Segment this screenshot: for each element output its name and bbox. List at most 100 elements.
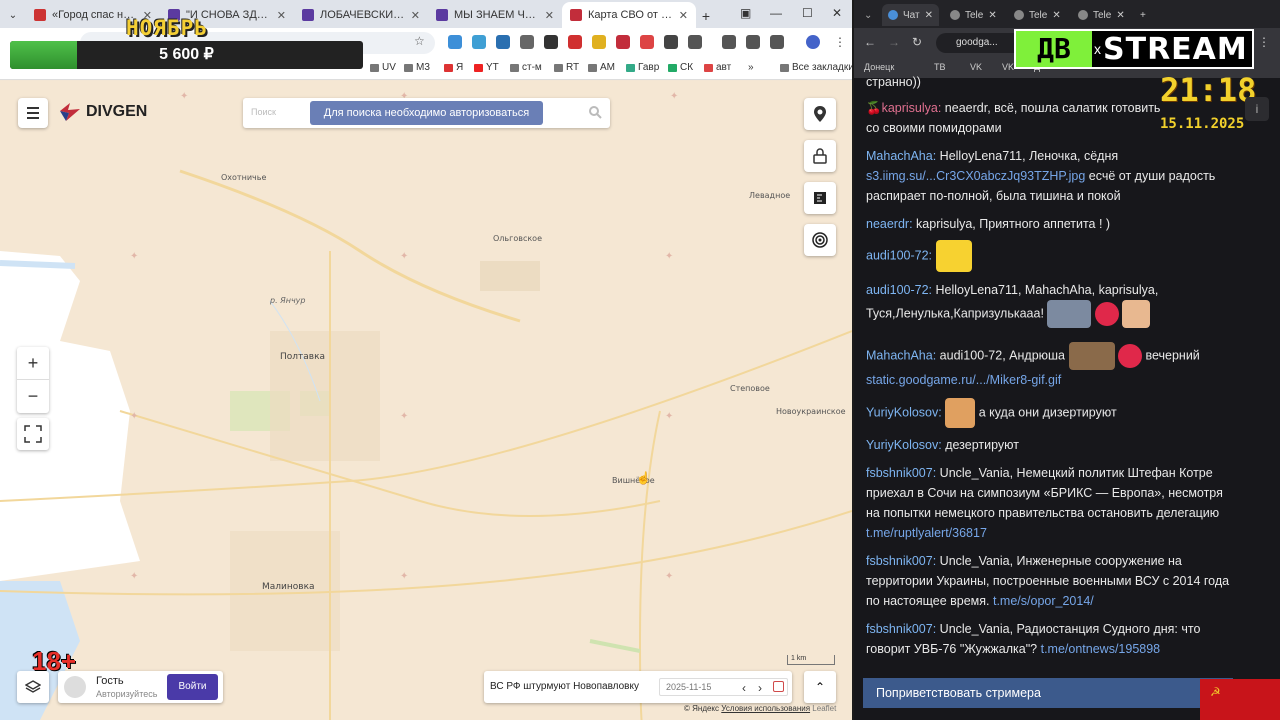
close-window-icon[interactable]: ✕ (832, 6, 842, 20)
date-field[interactable]: 2025-11-15 ‹ › (659, 678, 788, 696)
hamburger-menu-button[interactable] (18, 98, 48, 128)
close-icon[interactable]: ✕ (679, 9, 688, 22)
search-icon[interactable] (588, 105, 602, 119)
chevron-right-icon[interactable]: › (758, 681, 762, 695)
chat-username[interactable]: YuriyKolosov: (866, 438, 942, 452)
chat-username[interactable]: kaprisulya: (882, 101, 942, 115)
close-icon[interactable]: ✕ (988, 10, 996, 21)
extension-icon[interactable] (640, 35, 654, 49)
chat-username[interactable]: neaerdr: (866, 217, 913, 231)
menu-dots-icon[interactable]: ⋮ (1258, 35, 1270, 49)
ruler-button[interactable] (804, 182, 836, 214)
tab-chat[interactable]: Чат ✕ (882, 4, 939, 26)
expand-up-button[interactable]: ⌃ (804, 671, 836, 703)
lock-button[interactable] (804, 140, 836, 172)
bookmark[interactable]: авт (704, 62, 731, 73)
map-view[interactable]: ✦ ✦ ✦ ✦ ✦ ✦ ✦ ✦ ✦ ✦ ✦ ✦ Охотничье Ольгов… (0, 81, 852, 720)
divgen-logo[interactable]: DIVGEN (58, 101, 147, 123)
extension-icon[interactable] (746, 35, 760, 49)
bookmark[interactable]: Гавр (626, 62, 659, 73)
chevron-left-icon[interactable]: ‹ (742, 681, 746, 695)
chat-username[interactable]: MahachAha: (866, 149, 936, 163)
close-icon[interactable]: ✕ (1052, 10, 1060, 21)
bookmark[interactable]: AM (588, 62, 615, 73)
extension-icon[interactable] (568, 35, 582, 49)
zoom-out-button[interactable]: − (17, 380, 49, 413)
chat-username[interactable]: YuriyKolosov: (866, 405, 942, 419)
profile-avatar-icon[interactable] (806, 35, 820, 49)
chat-username[interactable]: fsbshnik007: (866, 466, 936, 480)
target-button[interactable] (804, 224, 836, 256)
tab-telegram[interactable]: Tele ✕ (1008, 4, 1067, 26)
message-link[interactable]: t.me/s/opor_2014/ (993, 594, 1094, 608)
profile-icon[interactable]: ▣ (740, 6, 751, 20)
tab-search-icon[interactable]: ⌄ (858, 4, 878, 26)
extension-icon[interactable] (544, 35, 558, 49)
all-bookmarks[interactable]: Все закладки (780, 62, 852, 73)
bookmark-star-icon[interactable]: ☆ (414, 34, 425, 48)
message-link[interactable]: t.me/ontnews/195898 (1041, 642, 1161, 656)
login-button[interactable]: Войти (167, 674, 218, 700)
chat-username[interactable]: MahachAha: (866, 348, 936, 362)
message-link[interactable]: s3.iimg.su/...Cr3CX0abczJq93TZHP.jpg (866, 169, 1085, 183)
calendar-icon[interactable] (773, 681, 784, 692)
extension-icon[interactable] (616, 35, 630, 49)
bookmark[interactable]: RT (554, 62, 579, 73)
new-tab-icon[interactable]: + (1134, 4, 1152, 26)
extension-icon[interactable] (770, 35, 784, 49)
maximize-icon[interactable]: ☐ (802, 6, 813, 20)
leaflet-link[interactable]: Leaflet (812, 704, 836, 713)
bookmark[interactable]: ТВ (934, 62, 946, 72)
bookmark[interactable]: M3 (404, 62, 430, 73)
new-tab-icon[interactable]: + (696, 8, 716, 24)
bookmark[interactable]: СК (668, 62, 693, 73)
info-icon[interactable]: i (1245, 97, 1269, 121)
minimize-icon[interactable]: — (770, 6, 782, 20)
chat-username[interactable]: fsbshnik007: (866, 622, 936, 636)
extension-icon[interactable] (496, 35, 510, 49)
layers-button[interactable] (17, 671, 49, 703)
tab-search-icon[interactable]: ⌄ (0, 2, 26, 28)
greet-streamer-button[interactable]: Поприветствовать стримера (863, 678, 1233, 708)
message-link[interactable]: static.goodgame.ru/.../Miker8-gif.gif (866, 373, 1061, 387)
tab-telegram[interactable]: Tele ✕ (944, 4, 1003, 26)
chat-username[interactable]: audi100-72: (866, 283, 932, 297)
chat-username[interactable]: fsbshnik007: (866, 554, 936, 568)
menu-dots-icon[interactable]: ⋮ (834, 35, 846, 49)
tab-5-active[interactable]: Карта СВО от канала DI ✕ (562, 2, 696, 28)
bookmark[interactable]: ст-м (510, 62, 542, 73)
close-icon[interactable]: ✕ (277, 9, 286, 22)
terms-link[interactable]: Условия использования (721, 704, 810, 713)
extension-icon[interactable] (722, 35, 736, 49)
chat-username[interactable]: audi100-72: (866, 248, 932, 262)
message-link[interactable]: t.me/ruptlyalert/36817 (866, 526, 987, 540)
map-search-box[interactable]: Поиск Для поиска необходимо авторизовать… (243, 98, 610, 128)
tab-4[interactable]: МЫ ЗНАЕМ ЧТО НУЖНО ✕ (428, 2, 562, 28)
extension-icon[interactable] (472, 35, 486, 49)
auth-required-notice[interactable]: Для поиска необходимо авторизоваться (310, 101, 543, 125)
chevron-right-icon[interactable]: » (748, 62, 754, 73)
bookmark[interactable]: Я (444, 62, 463, 73)
tab-telegram[interactable]: Tele ✕ (1072, 4, 1131, 26)
close-icon[interactable]: ✕ (1116, 10, 1124, 21)
close-icon[interactable]: ✕ (411, 9, 420, 22)
extension-icon[interactable] (688, 35, 702, 49)
location-pin-button[interactable] (804, 98, 836, 130)
close-icon[interactable]: ✕ (545, 9, 554, 22)
fullscreen-button[interactable] (17, 418, 49, 450)
bookmark[interactable]: VK (970, 62, 982, 72)
extension-icon[interactable] (448, 35, 462, 49)
news-title[interactable]: ВС РФ штурмуют Новопавловку (490, 681, 639, 692)
zoom-in-button[interactable]: + (17, 347, 49, 380)
bookmark[interactable]: YT (474, 62, 499, 73)
tab-3[interactable]: ЛОБАЧЕВСКИЙ, ДРОНЫ ✕ (294, 2, 428, 28)
reload-icon[interactable]: ↻ (912, 35, 922, 49)
extension-icon[interactable] (592, 35, 606, 49)
extension-icon[interactable] (664, 35, 678, 49)
forward-icon[interactable]: → (888, 35, 900, 49)
close-icon[interactable]: ✕ (925, 10, 933, 21)
bookmark[interactable]: UV (370, 62, 396, 73)
bookmark[interactable]: VK (1002, 62, 1014, 72)
extension-icon[interactable] (520, 35, 534, 49)
bookmark[interactable]: Донецк (864, 62, 894, 72)
